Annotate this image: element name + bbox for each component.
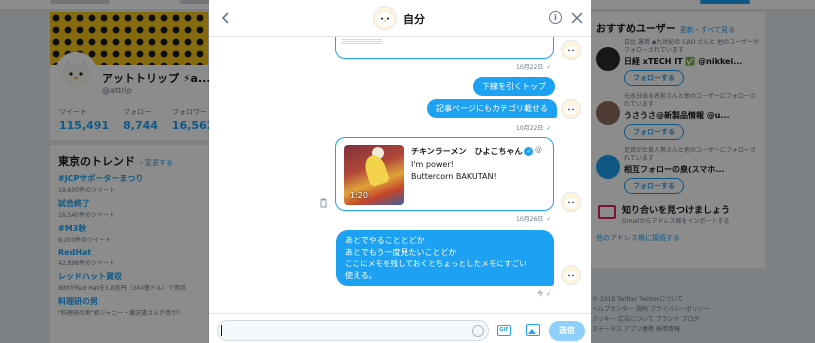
sender-avatar[interactable]	[561, 99, 581, 119]
close-button[interactable]	[569, 8, 585, 26]
message-timestamp: 10月26日 ✓	[516, 216, 552, 223]
message-timestamp: 10月22日 ✓	[516, 64, 552, 71]
tweet-text-line: I'm power!	[411, 160, 454, 169]
tweet-text-line: Buttercorn BAKUTAN!	[411, 172, 497, 181]
message-timestamp: 10月22日 ✓	[516, 125, 552, 132]
tweet-author[interactable]: チキンラーメン ひよこちゃん ✓	[411, 146, 534, 157]
tweet-handle: @	[535, 146, 542, 154]
message-input[interactable]	[217, 320, 489, 341]
emoji-icon[interactable]	[472, 325, 484, 337]
compose-bar: GIF 送信	[209, 313, 591, 343]
back-button[interactable]	[216, 8, 236, 28]
gif-icon[interactable]: GIF	[497, 325, 511, 336]
memo-message-bubble[interactable]: あとでやることとどか あとでもう一度見たいことどか ここにメモを残しておくとちょ…	[336, 230, 554, 286]
shared-card-preview[interactable]	[335, 37, 554, 59]
back-arrow-icon	[221, 12, 229, 24]
message-list[interactable]: 10月22日 ✓ 下線を引くトップ 記事ページにもカテゴリ載せる 10月22日 ✓ …	[209, 37, 591, 313]
dm-header: 自分 i	[209, 0, 591, 37]
text-caret	[221, 325, 222, 336]
message-bubble[interactable]: 下線を引くトップ	[473, 77, 555, 96]
sender-avatar[interactable]	[561, 40, 581, 60]
chick-avatar-icon	[565, 198, 577, 208]
send-button[interactable]: 送信	[549, 321, 585, 341]
verified-icon: ✓	[524, 147, 534, 156]
shared-tweet-card[interactable]: 1:20 チキンラーメン ひよこちゃん ✓ @ I'm power! Butter…	[335, 137, 554, 211]
trash-icon[interactable]	[319, 198, 328, 208]
document-thumbnail	[342, 38, 382, 44]
message-timestamp: 今 ✓	[537, 291, 552, 298]
sender-avatar[interactable]	[561, 192, 581, 212]
info-icon[interactable]: i	[549, 11, 562, 24]
chick-avatar-icon	[565, 105, 577, 115]
sender-avatar[interactable]	[561, 265, 581, 285]
chick-avatar-icon	[376, 10, 394, 27]
image-icon[interactable]	[526, 324, 540, 336]
message-bubble[interactable]: 記事ページにもカテゴリ載せる	[427, 99, 557, 118]
dm-conversation-modal: 自分 i 10月22日 ✓ 下線を引くトップ 記事ページにもカテゴリ載せる 10月…	[209, 0, 591, 343]
chick-avatar-icon	[565, 46, 577, 56]
tweet-video-thumbnail[interactable]: 1:20	[344, 145, 404, 205]
chick-avatar-icon	[565, 271, 577, 281]
conversation-title: 自分	[403, 13, 425, 26]
conversation-avatar[interactable]	[373, 6, 397, 30]
video-duration: 1:20	[350, 191, 368, 200]
close-icon	[571, 12, 583, 24]
